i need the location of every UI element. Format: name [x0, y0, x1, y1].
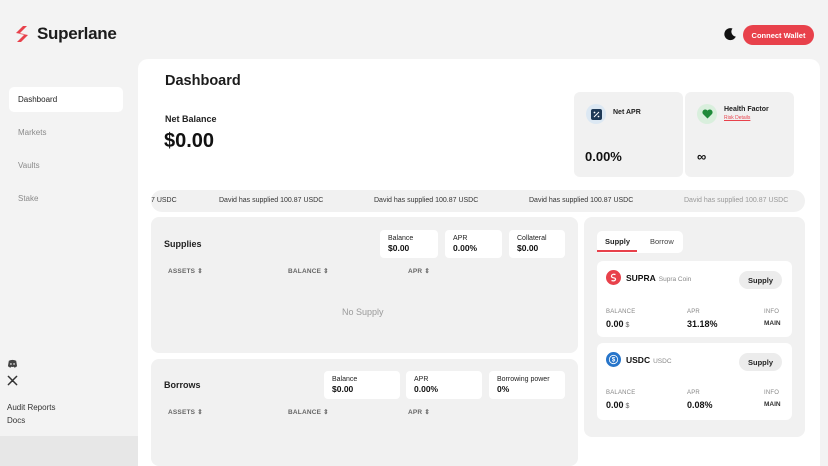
borrows-power-stat: Borrowing power 0% — [489, 371, 565, 399]
column-header-apr[interactable]: APR ⇕ — [408, 267, 430, 275]
ticker-item: David has supplied 100.87 USDC — [529, 197, 634, 204]
borrows-balance-stat: Balance $0.00 — [324, 371, 400, 399]
stat-label: Collateral — [517, 235, 547, 242]
info-value: MAIN — [764, 401, 781, 408]
net-balance-label: Net Balance — [165, 114, 217, 124]
net-apr-label: Net APR — [613, 109, 641, 116]
supra-coin-icon — [606, 270, 621, 285]
borrows-title: Borrows — [164, 380, 201, 390]
superlane-logo-icon — [16, 26, 28, 42]
sidebar-item-dashboard[interactable]: Dashboard — [9, 87, 123, 112]
supply-button[interactable]: Supply — [739, 353, 782, 371]
stat-label: APR — [453, 235, 468, 242]
stat-value: 0.00% — [453, 243, 478, 253]
net-apr-card: Net APR 0.00% — [574, 92, 683, 177]
apr-label: APR — [687, 390, 700, 396]
stat-value: $0.00 — [517, 243, 539, 253]
health-factor-card: Health Factor Risk Details ∞ — [685, 92, 794, 177]
supplies-title: Supplies — [164, 239, 202, 249]
sidebar-bottom-fade — [0, 436, 138, 466]
asset-name: USDC — [653, 358, 672, 365]
x-icon[interactable] — [7, 375, 18, 386]
supplies-panel: Supplies Balance $0.00 APR 0.00% Collate… — [151, 217, 578, 353]
column-header-assets[interactable]: ASSETS ⇕ — [168, 267, 203, 275]
column-header-assets[interactable]: ASSETS ⇕ — [168, 408, 203, 416]
risk-details-link[interactable]: Risk Details — [724, 115, 750, 121]
health-factor-value: ∞ — [697, 149, 707, 164]
stat-label: Balance — [332, 376, 358, 383]
ticker-item: 7 USDC — [151, 197, 177, 204]
sidebar-item-vaults[interactable]: Vaults — [9, 153, 123, 178]
column-header-apr[interactable]: APR ⇕ — [408, 408, 430, 416]
stat-value: $0.00 — [388, 243, 410, 253]
stat-label: Balance — [388, 235, 414, 242]
supplies-balance-stat: Balance $0.00 — [380, 230, 438, 258]
borrows-panel: Borrows Balance $0.00 APR 0.00% Borrowin… — [151, 359, 578, 466]
connect-wallet-button[interactable]: Connect Wallet — [743, 25, 814, 45]
footer-links: Audit Reports Docs — [7, 403, 55, 425]
heart-icon — [697, 104, 717, 124]
brand-logo[interactable]: Superlane — [12, 24, 117, 44]
info-label: INFO — [764, 309, 780, 315]
ticker-item: David has supplied 100.87 USDC — [684, 197, 789, 204]
stat-value: 0% — [497, 384, 510, 394]
asset-card-usdc: $ USDC USDC Supply BALANCE 0.00 $ APR 0.08… — [597, 343, 792, 420]
borrows-apr-stat: APR 0.00% — [406, 371, 482, 399]
stat-value: 0.00% — [414, 384, 439, 394]
asset-card-supra: SUPRA Supra Coin Supply BALANCE 0.00 $ APR… — [597, 261, 792, 337]
info-label: INFO — [764, 390, 780, 396]
apr-label: APR — [687, 309, 700, 315]
page-title: Dashboard — [165, 73, 241, 89]
audit-reports-link[interactable]: Audit Reports — [7, 403, 55, 412]
svg-text:$: $ — [612, 358, 616, 364]
balance-label: BALANCE — [606, 309, 636, 315]
supplies-collateral-stat: Collateral $0.00 — [509, 230, 565, 258]
net-apr-value: 0.00% — [585, 149, 622, 164]
asset-symbol: USDC USDC — [626, 355, 672, 365]
supply-button[interactable]: Supply — [739, 271, 782, 289]
tab-supply[interactable]: Supply — [605, 237, 630, 246]
column-header-balance[interactable]: BALANCE ⇕ — [288, 267, 329, 275]
percent-icon — [586, 104, 606, 124]
asset-symbol: SUPRA Supra Coin — [626, 273, 692, 283]
apr-value: 0.08% — [687, 400, 713, 410]
ticker-item: David has supplied 100.87 USDC — [219, 197, 324, 204]
brand-name: Superlane — [37, 24, 117, 43]
info-value: MAIN — [764, 320, 781, 327]
apr-value: 31.18% — [687, 319, 718, 329]
net-balance-value: $0.00 — [164, 130, 215, 152]
no-supply-message: No Supply — [342, 307, 384, 317]
balance-label: BALANCE — [606, 390, 636, 396]
moon-icon[interactable] — [723, 27, 737, 41]
sidebar-item-stake[interactable]: Stake — [9, 186, 123, 211]
ticker-item: David has supplied 100.87 USDC — [374, 197, 479, 204]
usdc-coin-icon: $ — [606, 352, 621, 367]
health-factor-label: Health Factor — [724, 106, 769, 113]
activity-ticker: 7 USDC David has supplied 100.87 USDC Da… — [151, 190, 805, 212]
stat-label: APR — [414, 376, 429, 383]
supplies-apr-stat: APR 0.00% — [445, 230, 502, 258]
market-panel: Supply Borrow SUPRA Supra Coin Supply BAL… — [584, 217, 805, 437]
discord-icon[interactable] — [7, 358, 18, 369]
balance-value: 0.00 $ — [606, 319, 630, 329]
docs-link[interactable]: Docs — [7, 416, 55, 425]
balance-value: 0.00 $ — [606, 400, 630, 410]
supply-borrow-tabs: Supply Borrow — [597, 231, 683, 253]
sidebar-item-markets[interactable]: Markets — [9, 120, 123, 145]
stat-label: Borrowing power — [497, 376, 550, 383]
tab-borrow[interactable]: Borrow — [650, 237, 674, 246]
active-tab-indicator — [597, 250, 637, 252]
stat-value: $0.00 — [332, 384, 354, 394]
social-links — [7, 358, 18, 386]
asset-name: Supra Coin — [658, 276, 692, 283]
sidebar-nav: Dashboard Markets Vaults Stake — [9, 87, 123, 219]
column-header-balance[interactable]: BALANCE ⇕ — [288, 408, 329, 416]
dashboard-main: Dashboard Net Balance $0.00 Net APR 0.00… — [138, 59, 820, 466]
